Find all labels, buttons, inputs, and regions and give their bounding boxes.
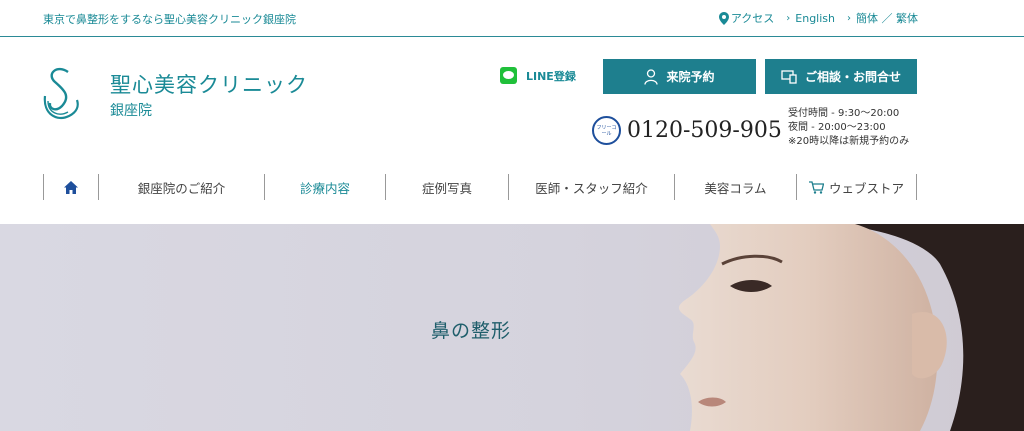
access-label: アクセス: [730, 12, 775, 25]
hero-title: 鼻の整形: [431, 320, 512, 342]
chevron-right-icon: ›: [847, 12, 851, 24]
nav-label: 診療内容: [299, 180, 350, 196]
phone-number[interactable]: 0120-509-905: [627, 118, 782, 143]
nav-label: 銀座院のご紹介: [137, 180, 226, 196]
monitor-icon: [781, 69, 797, 84]
hours-line: 受付時間 - 9:30〜20:00: [788, 108, 900, 119]
english-label: English: [795, 11, 835, 25]
nav-label: 医師・スタッフ紹介: [535, 180, 648, 196]
cart-icon: [808, 180, 824, 194]
chevron-right-icon: ›: [786, 12, 791, 24]
map-pin-icon: [718, 11, 729, 25]
clinic-logo[interactable]: 聖心美容クリニック 銀座院: [43, 66, 343, 126]
nav-about-ginza[interactable]: 銀座院のご紹介: [98, 174, 264, 200]
consult-label: ご相談・お問合せ: [804, 70, 901, 84]
access-link[interactable]: アクセス: [718, 10, 775, 26]
consult-button[interactable]: ご相談・お問合せ: [765, 59, 917, 94]
home-icon: [64, 180, 78, 194]
nav-column[interactable]: 美容コラム: [674, 174, 796, 200]
site-tagline: 東京で鼻整形をするなら聖心美容クリニック銀座院: [43, 13, 296, 26]
chinese-link[interactable]: › 簡体 ／ 繁体: [847, 10, 918, 26]
line-register-link[interactable]: LINE登録: [500, 67, 576, 84]
logo-mark-icon: [43, 67, 79, 120]
top-bar: 東京で鼻整形をするなら聖心美容クリニック銀座院 アクセス › English ›…: [0, 0, 1024, 37]
nav-treatments[interactable]: 診療内容: [264, 174, 385, 200]
main-nav: 銀座院のご紹介 診療内容 症例写真 医師・スタッフ紹介 美容コラム ウェブストア: [43, 174, 917, 200]
logo-title: 聖心美容クリニック: [110, 73, 308, 97]
hero-banner: 鼻の整形: [0, 224, 1024, 431]
nav-case-photos[interactable]: 症例写真: [385, 174, 508, 200]
nav-webstore[interactable]: ウェブストア: [796, 174, 917, 200]
free-call-icon: フリーコール: [592, 116, 621, 145]
person-icon: [644, 68, 659, 85]
hours-line: 夜間 - 20:00〜23:00: [788, 122, 886, 133]
nav-label: 美容コラム: [704, 180, 767, 196]
logo-subtitle: 銀座院: [110, 103, 152, 119]
nav-home[interactable]: [43, 174, 98, 200]
nav-label: 症例写真: [421, 180, 472, 196]
chinese-label: 簡体 ／ 繁体: [856, 12, 918, 25]
reserve-button[interactable]: 来院予約: [603, 59, 756, 94]
nav-label: ウェブストア: [828, 180, 904, 196]
line-icon: [500, 67, 517, 84]
phone-block[interactable]: フリーコール 0120-509-905: [592, 116, 782, 145]
reception-hours: 受付時間 - 9:30〜20:00 夜間 - 20:00〜23:00 ※20時以…: [788, 107, 909, 149]
hours-line: ※20時以降は新規予約のみ: [788, 136, 910, 147]
english-link[interactable]: › English: [786, 12, 835, 25]
nav-staff[interactable]: 医師・スタッフ紹介: [508, 174, 674, 200]
line-register-label: LINE登録: [526, 69, 576, 83]
model-face-image: [678, 224, 1024, 431]
free-call-label: フリーコール: [596, 124, 617, 137]
reserve-label: 来院予約: [666, 70, 715, 84]
top-links: アクセス › English › 簡体 ／ 繁体: [707, 10, 918, 26]
